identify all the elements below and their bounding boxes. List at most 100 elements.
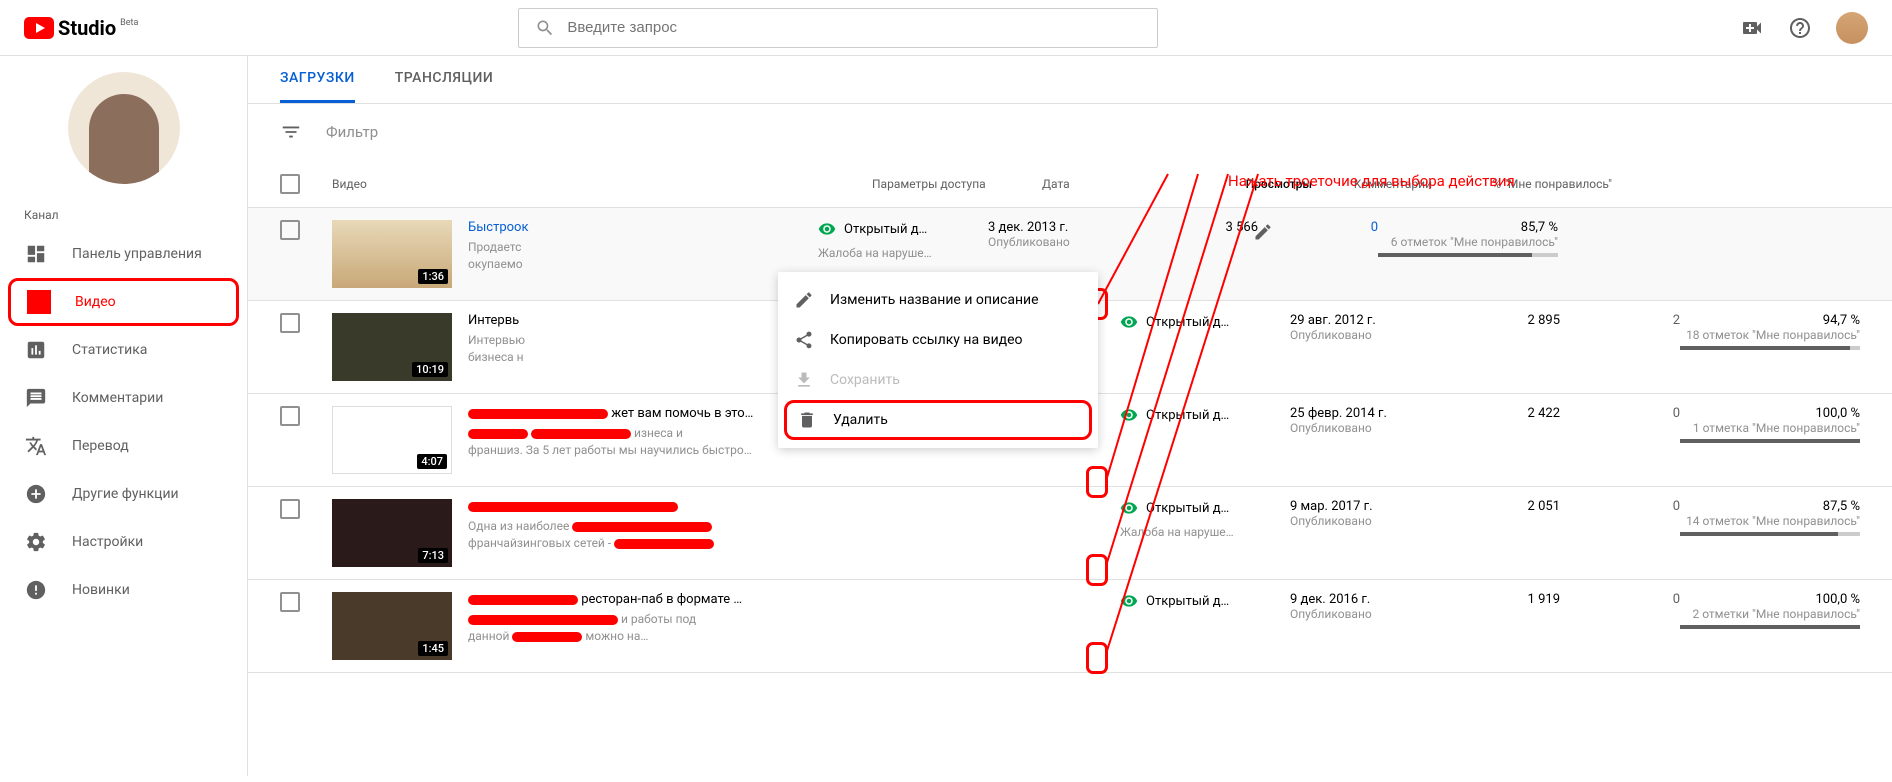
views-cell: 1 919 xyxy=(1440,592,1560,607)
annotation-box xyxy=(1086,642,1108,674)
select-all-checkbox[interactable] xyxy=(280,174,300,194)
sidebar: Канал Панель управления Видео Статистика… xyxy=(0,56,248,776)
filter-icon[interactable] xyxy=(280,121,302,143)
new-icon xyxy=(25,579,47,601)
access-text: Открытый д… xyxy=(1146,408,1229,423)
search-box[interactable] xyxy=(518,8,1158,48)
nav-news[interactable]: Новинки xyxy=(0,566,247,614)
nav-label: Панель управления xyxy=(72,246,202,262)
video-thumbnail[interactable]: 1:36 xyxy=(332,220,452,288)
video-title[interactable]: ресторан-паб в формате … xyxy=(468,592,1104,607)
youtube-icon xyxy=(24,17,54,39)
comments-cell[interactable]: 0 xyxy=(1560,406,1680,421)
nav-settings[interactable]: Настройки xyxy=(0,518,247,566)
video-row[interactable]: 1:45 ресторан-паб в формате … и работы п… xyxy=(248,580,1892,673)
video-title[interactable] xyxy=(468,499,1104,514)
header-actions xyxy=(1740,12,1868,44)
col-date[interactable]: Дата xyxy=(1042,177,1192,191)
visibility-icon xyxy=(1120,499,1138,517)
video-title[interactable]: Быстроок xyxy=(468,220,802,235)
menu-save: Сохранить xyxy=(778,360,1098,400)
nav-label: Статистика xyxy=(72,342,147,358)
annotation-text: Нажать троеточие для выбора действия xyxy=(1228,172,1515,190)
col-video[interactable]: Видео xyxy=(332,177,872,191)
video-thumbnail[interactable]: 7:13 xyxy=(332,499,452,567)
app-header: Studio Beta xyxy=(0,0,1892,56)
tab-uploads[interactable]: ЗАГРУЗКИ xyxy=(280,56,355,103)
likes-sub: 1 отметка "Мне понравилось" xyxy=(1680,421,1860,435)
date-sub: Опубликовано xyxy=(1290,514,1440,528)
video-desc: и работы подданной можно на… xyxy=(468,611,1104,645)
menu-delete[interactable]: Удалить xyxy=(784,400,1092,440)
nav-other[interactable]: Другие функции xyxy=(0,470,247,518)
row-checkbox[interactable] xyxy=(280,406,300,426)
help-icon[interactable] xyxy=(1788,16,1812,40)
nav-translation[interactable]: Перевод xyxy=(0,422,247,470)
date-text: 25 февр. 2014 г. xyxy=(1290,406,1440,421)
row-checkbox[interactable] xyxy=(280,499,300,519)
edit-icon[interactable] xyxy=(1253,222,1273,242)
nav-label: Другие функции xyxy=(72,486,179,502)
menu-copy-link[interactable]: Копировать ссылку на видео xyxy=(778,320,1098,360)
video-thumbnail[interactable]: 4:07 xyxy=(332,406,452,474)
date-sub: Опубликовано xyxy=(1290,328,1440,342)
comments-icon xyxy=(25,387,47,409)
translate-icon xyxy=(25,435,47,457)
create-video-icon[interactable] xyxy=(1740,16,1764,40)
nav-label: Комментарии xyxy=(72,390,163,406)
complaint-text: Жалоба на наруше… xyxy=(818,246,932,260)
row-checkbox[interactable] xyxy=(280,592,300,612)
nav-comments[interactable]: Комментарии xyxy=(0,374,247,422)
filter-label[interactable]: Фильтр xyxy=(326,123,378,141)
channel-label: Канал xyxy=(0,200,247,230)
search-icon xyxy=(535,18,555,38)
download-icon xyxy=(794,370,814,390)
likes-pct: 100,0 % xyxy=(1680,592,1860,607)
trash-icon xyxy=(797,410,817,430)
likes-pct: 100,0 % xyxy=(1680,406,1860,421)
menu-edit[interactable]: Изменить название и описание xyxy=(778,280,1098,320)
video-row[interactable]: 7:13 Одна из наиболее франчайзинговых се… xyxy=(248,487,1892,580)
col-access[interactable]: Параметры доступа xyxy=(872,177,1042,191)
row-checkbox[interactable] xyxy=(280,220,300,240)
access-text: Открытый д… xyxy=(1146,501,1229,516)
video-icon xyxy=(28,291,50,313)
comments-cell[interactable]: 0 xyxy=(1258,220,1378,235)
date-text: 29 авг. 2012 г. xyxy=(1290,313,1440,328)
likes-sub: 2 отметки "Мне понравилось" xyxy=(1680,607,1860,621)
date-sub: Опубликовано xyxy=(1290,421,1440,435)
pencil-icon xyxy=(794,290,814,310)
duration-badge: 1:36 xyxy=(418,269,448,284)
visibility-icon xyxy=(1120,406,1138,424)
likes-pct: 94,7 % xyxy=(1680,313,1860,328)
channel-avatar[interactable] xyxy=(68,72,180,184)
comments-cell[interactable]: 0 xyxy=(1560,592,1680,607)
access-text: Открытый д… xyxy=(844,222,927,237)
nav-analytics[interactable]: Статистика xyxy=(0,326,247,374)
date-text: 9 мар. 2017 г. xyxy=(1290,499,1440,514)
row-checkbox[interactable] xyxy=(280,313,300,333)
main-content: ЗАГРУЗКИ ТРАНСЛЯЦИИ Фильтр Видео Парамет… xyxy=(248,56,1892,776)
video-thumbnail[interactable]: 1:45 xyxy=(332,592,452,660)
analytics-icon xyxy=(25,339,47,361)
date-text: 3 дек. 2013 г. xyxy=(988,220,1138,235)
nav-dashboard[interactable]: Панель управления xyxy=(0,230,247,278)
likes-sub: 14 отметок "Мне понравилось" xyxy=(1680,514,1860,528)
user-avatar[interactable] xyxy=(1836,12,1868,44)
add-circle-icon xyxy=(25,483,47,505)
search-input[interactable] xyxy=(567,19,1141,36)
filter-row: Фильтр xyxy=(248,104,1892,160)
tab-live[interactable]: ТРАНСЛЯЦИИ xyxy=(395,56,493,103)
video-desc: Продаетсокупаемо xyxy=(468,239,802,273)
comments-cell[interactable]: 0 xyxy=(1560,499,1680,514)
duration-badge: 10:19 xyxy=(412,362,448,377)
logo[interactable]: Studio Beta xyxy=(24,16,138,40)
date-sub: Опубликовано xyxy=(988,235,1138,249)
likes-sub: 18 отметок "Мне понравилось" xyxy=(1680,328,1860,342)
likes-pct: 87,5 % xyxy=(1680,499,1860,514)
views-cell: 2 422 xyxy=(1440,406,1560,421)
video-thumbnail[interactable]: 10:19 xyxy=(332,313,452,381)
context-menu: Изменить название и описание Копировать … xyxy=(778,272,1098,448)
comments-cell[interactable]: 2 xyxy=(1560,313,1680,328)
nav-videos[interactable]: Видео xyxy=(8,278,239,326)
